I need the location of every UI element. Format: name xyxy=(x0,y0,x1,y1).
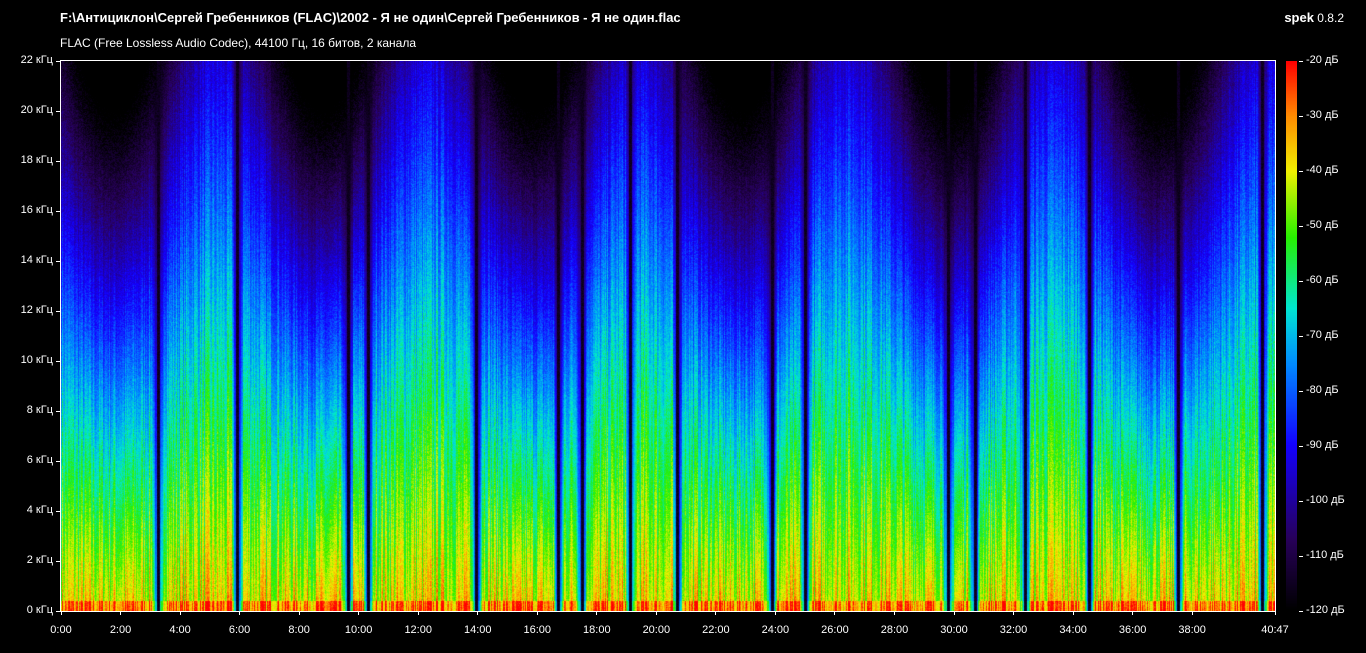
colorbar-tick-label: -110 дБ xyxy=(1306,549,1344,561)
x-tick-mark xyxy=(1191,611,1193,615)
y-tick-label: 2 кГц xyxy=(26,554,53,566)
colorbar-tick-label: -60 дБ xyxy=(1306,274,1339,286)
colorbar-tick-mark xyxy=(1299,280,1303,282)
y-tick-label: 0 кГц xyxy=(26,604,53,616)
x-tick-mark xyxy=(120,611,122,615)
x-tick-mark xyxy=(179,611,181,615)
y-tick-mark xyxy=(56,310,60,312)
x-tick-mark xyxy=(834,611,836,615)
y-tick-mark xyxy=(56,210,60,212)
x-tick-label: 14:00 xyxy=(463,624,492,636)
x-tick-label: 0:00 xyxy=(50,624,72,636)
x-tick-label: 22:00 xyxy=(702,624,730,636)
x-tick-label: 6:00 xyxy=(228,624,251,636)
colorbar xyxy=(1286,61,1297,611)
y-tick-label: 12 кГц xyxy=(20,304,53,316)
colorbar-tick-label: -80 дБ xyxy=(1306,384,1339,396)
y-tick-mark xyxy=(56,360,60,362)
spectrogram-plot xyxy=(61,61,1275,611)
x-tick-mark xyxy=(358,611,360,615)
x-tick-mark xyxy=(1132,611,1134,615)
x-tick-label: 20:00 xyxy=(642,624,671,636)
x-tick-label: 2:00 xyxy=(109,624,132,636)
colorbar-tick-mark xyxy=(1299,60,1303,62)
x-tick-label: 12:00 xyxy=(404,624,432,636)
colorbar-tick-label: -50 дБ xyxy=(1306,219,1339,231)
x-tick-mark xyxy=(417,611,419,615)
x-tick-mark xyxy=(1072,611,1074,615)
x-tick-mark xyxy=(1013,611,1015,615)
colorbar-tick-label: -70 дБ xyxy=(1306,329,1339,341)
colorbar-tick-mark xyxy=(1299,445,1303,447)
x-tick-mark xyxy=(60,611,62,615)
x-tick-mark xyxy=(655,611,657,615)
y-tick-label: 8 кГц xyxy=(26,404,53,416)
colorbar-tick-mark xyxy=(1299,555,1303,557)
x-tick-label: 40:47 xyxy=(1261,624,1289,636)
colorbar-tick-mark xyxy=(1299,115,1303,117)
x-tick-mark xyxy=(536,611,538,615)
x-tick-label: 24:00 xyxy=(761,624,790,636)
colorbar-tick-mark xyxy=(1299,225,1303,227)
colorbar-tick-label: -20 дБ xyxy=(1306,54,1339,66)
colorbar-tick-label: -100 дБ xyxy=(1306,494,1345,506)
x-tick-label: 36:00 xyxy=(1118,624,1147,636)
y-tick-mark xyxy=(56,510,60,512)
colorbar-tick-label: -120 дБ xyxy=(1306,604,1345,616)
file-path-title: F:\Антициклон\Сергей Гребенников (FLAC)\… xyxy=(60,10,681,25)
y-tick-mark xyxy=(56,460,60,462)
colorbar-tick-mark xyxy=(1299,500,1303,502)
x-tick-label: 28:00 xyxy=(880,624,909,636)
y-tick-mark xyxy=(56,610,60,612)
y-tick-mark xyxy=(56,410,60,412)
x-tick-mark xyxy=(477,611,479,615)
y-tick-label: 10 кГц xyxy=(20,354,53,366)
x-tick-mark xyxy=(239,611,241,615)
y-tick-label: 4 кГц xyxy=(26,504,53,516)
x-tick-label: 4:00 xyxy=(169,624,191,636)
x-tick-mark xyxy=(774,611,776,615)
colorbar-tick-label: -90 дБ xyxy=(1306,439,1339,451)
colorbar-tick-label: -30 дБ xyxy=(1306,109,1339,121)
y-tick-mark xyxy=(56,560,60,562)
y-tick-mark xyxy=(56,60,60,62)
app-name: spek xyxy=(1284,10,1314,25)
x-tick-mark xyxy=(953,611,955,615)
x-tick-label: 38:00 xyxy=(1178,624,1206,636)
app-brand: spek 0.8.2 xyxy=(1284,10,1344,25)
y-tick-mark xyxy=(56,260,60,262)
y-tick-label: 18 кГц xyxy=(20,154,53,166)
x-tick-label: 18:00 xyxy=(583,624,611,636)
x-tick-label: 26:00 xyxy=(821,624,849,636)
y-tick-label: 6 кГц xyxy=(26,454,53,466)
app-version: 0.8.2 xyxy=(1317,11,1344,25)
colorbar-tick-mark xyxy=(1299,170,1303,172)
colorbar-tick-label: -40 дБ xyxy=(1306,164,1339,176)
x-tick-label: 16:00 xyxy=(523,624,552,636)
y-tick-label: 22 кГц xyxy=(20,54,53,66)
x-tick-label: 8:00 xyxy=(288,624,310,636)
x-tick-mark xyxy=(893,611,895,615)
x-tick-label: 30:00 xyxy=(940,624,968,636)
y-tick-label: 14 кГц xyxy=(20,254,53,266)
colorbar-tick-mark xyxy=(1299,335,1303,337)
format-info: FLAC (Free Lossless Audio Codec), 44100 … xyxy=(60,36,416,50)
x-tick-mark xyxy=(715,611,717,615)
colorbar-tick-mark xyxy=(1299,610,1303,612)
colorbar-tick-mark xyxy=(1299,390,1303,392)
y-tick-label: 16 кГц xyxy=(20,204,53,216)
y-tick-mark xyxy=(56,110,60,112)
x-tick-mark xyxy=(298,611,300,615)
y-tick-mark xyxy=(56,160,60,162)
x-tick-label: 10:00 xyxy=(344,624,373,636)
x-tick-mark xyxy=(1274,611,1276,615)
y-tick-label: 20 кГц xyxy=(20,104,53,116)
x-tick-label: 32:00 xyxy=(999,624,1028,636)
x-tick-label: 34:00 xyxy=(1059,624,1087,636)
x-tick-mark xyxy=(596,611,598,615)
